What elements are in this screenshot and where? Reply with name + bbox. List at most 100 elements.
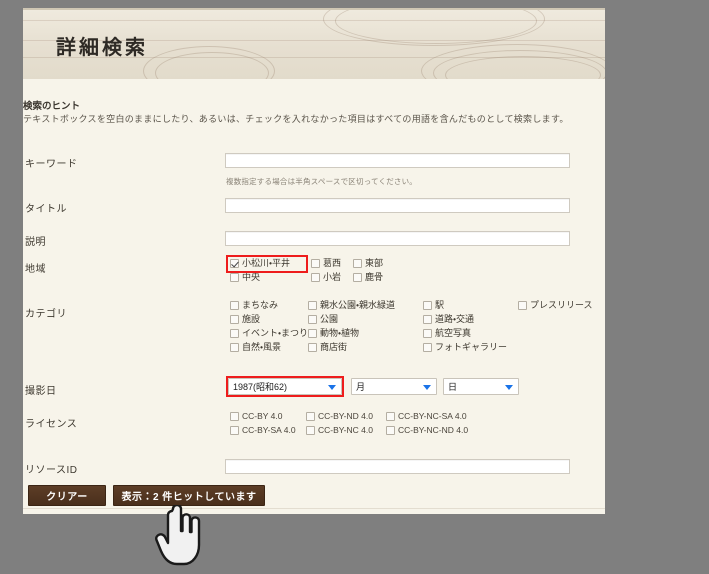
category-checkbox-label: 道路・交通: [435, 314, 475, 324]
label-description: 説明: [25, 237, 46, 248]
category-checkbox-2-3[interactable]: フォトギャラリー: [423, 343, 507, 352]
license-checkbox-0-1[interactable]: CC-BY-ND 4.0: [306, 412, 373, 421]
region-checkbox-label: 中央: [242, 272, 261, 282]
chevron-down-icon: [423, 384, 431, 390]
category-checkbox-label: 商店街: [320, 342, 348, 352]
checkbox-box: [308, 315, 317, 324]
region-checkbox-0[interactable]: 小松川・平井: [230, 259, 290, 268]
category-checkbox-label: 公園: [320, 314, 339, 324]
category-checkbox-0-0[interactable]: まちなみ: [230, 301, 278, 310]
license-checkbox-1-1[interactable]: CC-BY-NC 4.0: [306, 426, 373, 435]
category-checkbox-label: 自然・風景: [242, 342, 282, 352]
category-checkbox-label: 施設: [242, 314, 261, 324]
category-checkbox-label: 親水公園・親水緑道: [320, 300, 396, 310]
shot-date-month-select[interactable]: 月: [351, 378, 437, 395]
shot-date-day-value: 日: [448, 382, 458, 392]
search-form: 検索のヒント テキストボックスを空白のままにしたり、あるいは、チェックを入れなか…: [23, 79, 605, 514]
checkbox-box: [423, 329, 432, 338]
checkbox-box: [230, 343, 239, 352]
category-checkbox-1-3[interactable]: 商店街: [308, 343, 347, 352]
hint-title: 検索のヒント: [23, 101, 81, 112]
checkbox-box: [386, 426, 395, 435]
checkbox-box: [518, 301, 527, 310]
resource-id-input[interactable]: [225, 459, 570, 474]
checkbox-box: [230, 426, 239, 435]
checkbox-box: [230, 329, 239, 338]
category-checkbox-label: 航空写真: [435, 328, 472, 338]
region-checkbox-4[interactable]: 小岩: [311, 273, 341, 282]
checkbox-box: [230, 301, 239, 310]
label-license: ライセンス: [25, 419, 78, 430]
region-checkbox-label: 小岩: [323, 272, 342, 282]
shot-date-day-select[interactable]: 日: [443, 378, 519, 395]
form-divider: [23, 508, 605, 509]
license-checkbox-0-0[interactable]: CC-BY 4.0: [230, 412, 282, 421]
shot-date-year-select[interactable]: 1987(昭和62): [228, 378, 342, 395]
license-checkbox-label: CC-BY-NC 4.0: [318, 425, 373, 436]
license-checkbox-label: CC-BY-ND 4.0: [318, 411, 373, 422]
license-checkbox-0-2[interactable]: CC-BY-NC-SA 4.0: [386, 412, 467, 421]
shot-date-month-value: 月: [356, 382, 366, 392]
category-checkbox-1-1[interactable]: 公園: [308, 315, 338, 324]
keyword-input[interactable]: [225, 153, 570, 168]
category-checkbox-2-0[interactable]: 駅: [423, 301, 444, 310]
checkbox-box: [230, 273, 239, 282]
category-checkbox-label: 動物・植物: [320, 328, 360, 338]
license-checkbox-label: CC-BY-NC-ND 4.0: [398, 425, 469, 436]
search-page: 詳細検索 検索のヒント テキストボックスを空白のままにしたり、あるいは、チェック…: [23, 8, 605, 514]
submit-button[interactable]: 表示：2 件ヒットしています: [113, 485, 265, 506]
checkbox-box: [353, 273, 362, 282]
category-checkbox-2-2[interactable]: 航空写真: [423, 329, 471, 338]
label-shot-date: 撮影日: [25, 386, 57, 397]
page-title: 詳細検索: [56, 37, 148, 59]
chevron-down-icon: [328, 384, 336, 390]
checkbox-box: [230, 412, 239, 421]
keyword-subhint: 複数指定する場合は半角スペースで区切ってください。: [226, 177, 417, 186]
shot-date-year-value: 1987(昭和62): [233, 382, 288, 392]
license-checkbox-label: CC-BY 4.0: [242, 411, 283, 422]
license-checkbox-label: CC-BY-SA 4.0: [242, 425, 296, 436]
description-input[interactable]: [225, 231, 570, 246]
category-checkbox-label: イベント・まつり: [242, 328, 309, 338]
checkbox-box: [308, 343, 317, 352]
label-resource-id: リソースID: [25, 465, 78, 476]
checkbox-box: [353, 259, 362, 268]
checkbox-box: [311, 259, 320, 268]
region-checkbox-2[interactable]: 東部: [353, 259, 383, 268]
checkbox-box: [423, 343, 432, 352]
checkbox-box: [306, 426, 315, 435]
label-region: 地域: [25, 264, 46, 275]
category-checkbox-0-2[interactable]: イベント・まつり: [230, 329, 308, 338]
clear-button[interactable]: クリアー: [28, 485, 106, 506]
region-checkbox-1[interactable]: 葛西: [311, 259, 341, 268]
checkbox-box: [306, 412, 315, 421]
category-checkbox-0-1[interactable]: 施設: [230, 315, 260, 324]
page-banner: 詳細検索: [23, 8, 605, 79]
region-checkbox-label: 東部: [365, 258, 384, 268]
checkbox-box: [308, 329, 317, 338]
license-checkbox-1-2[interactable]: CC-BY-NC-ND 4.0: [386, 426, 468, 435]
region-checkbox-label: 小松川・平井: [242, 258, 291, 268]
category-checkbox-2-1[interactable]: 道路・交通: [423, 315, 474, 324]
category-checkbox-label: フォトギャラリー: [435, 342, 508, 352]
category-checkbox-1-0[interactable]: 親水公園・親水緑道: [308, 301, 395, 310]
license-checkbox-1-0[interactable]: CC-BY-SA 4.0: [230, 426, 296, 435]
label-keyword: キーワード: [25, 159, 78, 170]
checkbox-box: [423, 315, 432, 324]
title-input[interactable]: [225, 198, 570, 213]
checkbox-box: [308, 301, 317, 310]
category-checkbox-1-2[interactable]: 動物・植物: [308, 329, 359, 338]
checkbox-box: [230, 315, 239, 324]
category-checkbox-label: プレスリリース: [530, 300, 593, 310]
category-checkbox-label: まちなみ: [242, 300, 279, 310]
label-title: タイトル: [25, 204, 67, 215]
license-checkbox-label: CC-BY-NC-SA 4.0: [398, 411, 467, 422]
category-checkbox-3-0[interactable]: プレスリリース: [518, 301, 593, 310]
category-checkbox-0-3[interactable]: 自然・風景: [230, 343, 281, 352]
category-checkbox-label: 駅: [435, 300, 445, 310]
region-checkbox-label: 鹿骨: [365, 272, 384, 282]
checkbox-box: [386, 412, 395, 421]
region-checkbox-5[interactable]: 鹿骨: [353, 273, 383, 282]
region-checkbox-3[interactable]: 中央: [230, 273, 260, 282]
chevron-down-icon: [505, 384, 513, 390]
